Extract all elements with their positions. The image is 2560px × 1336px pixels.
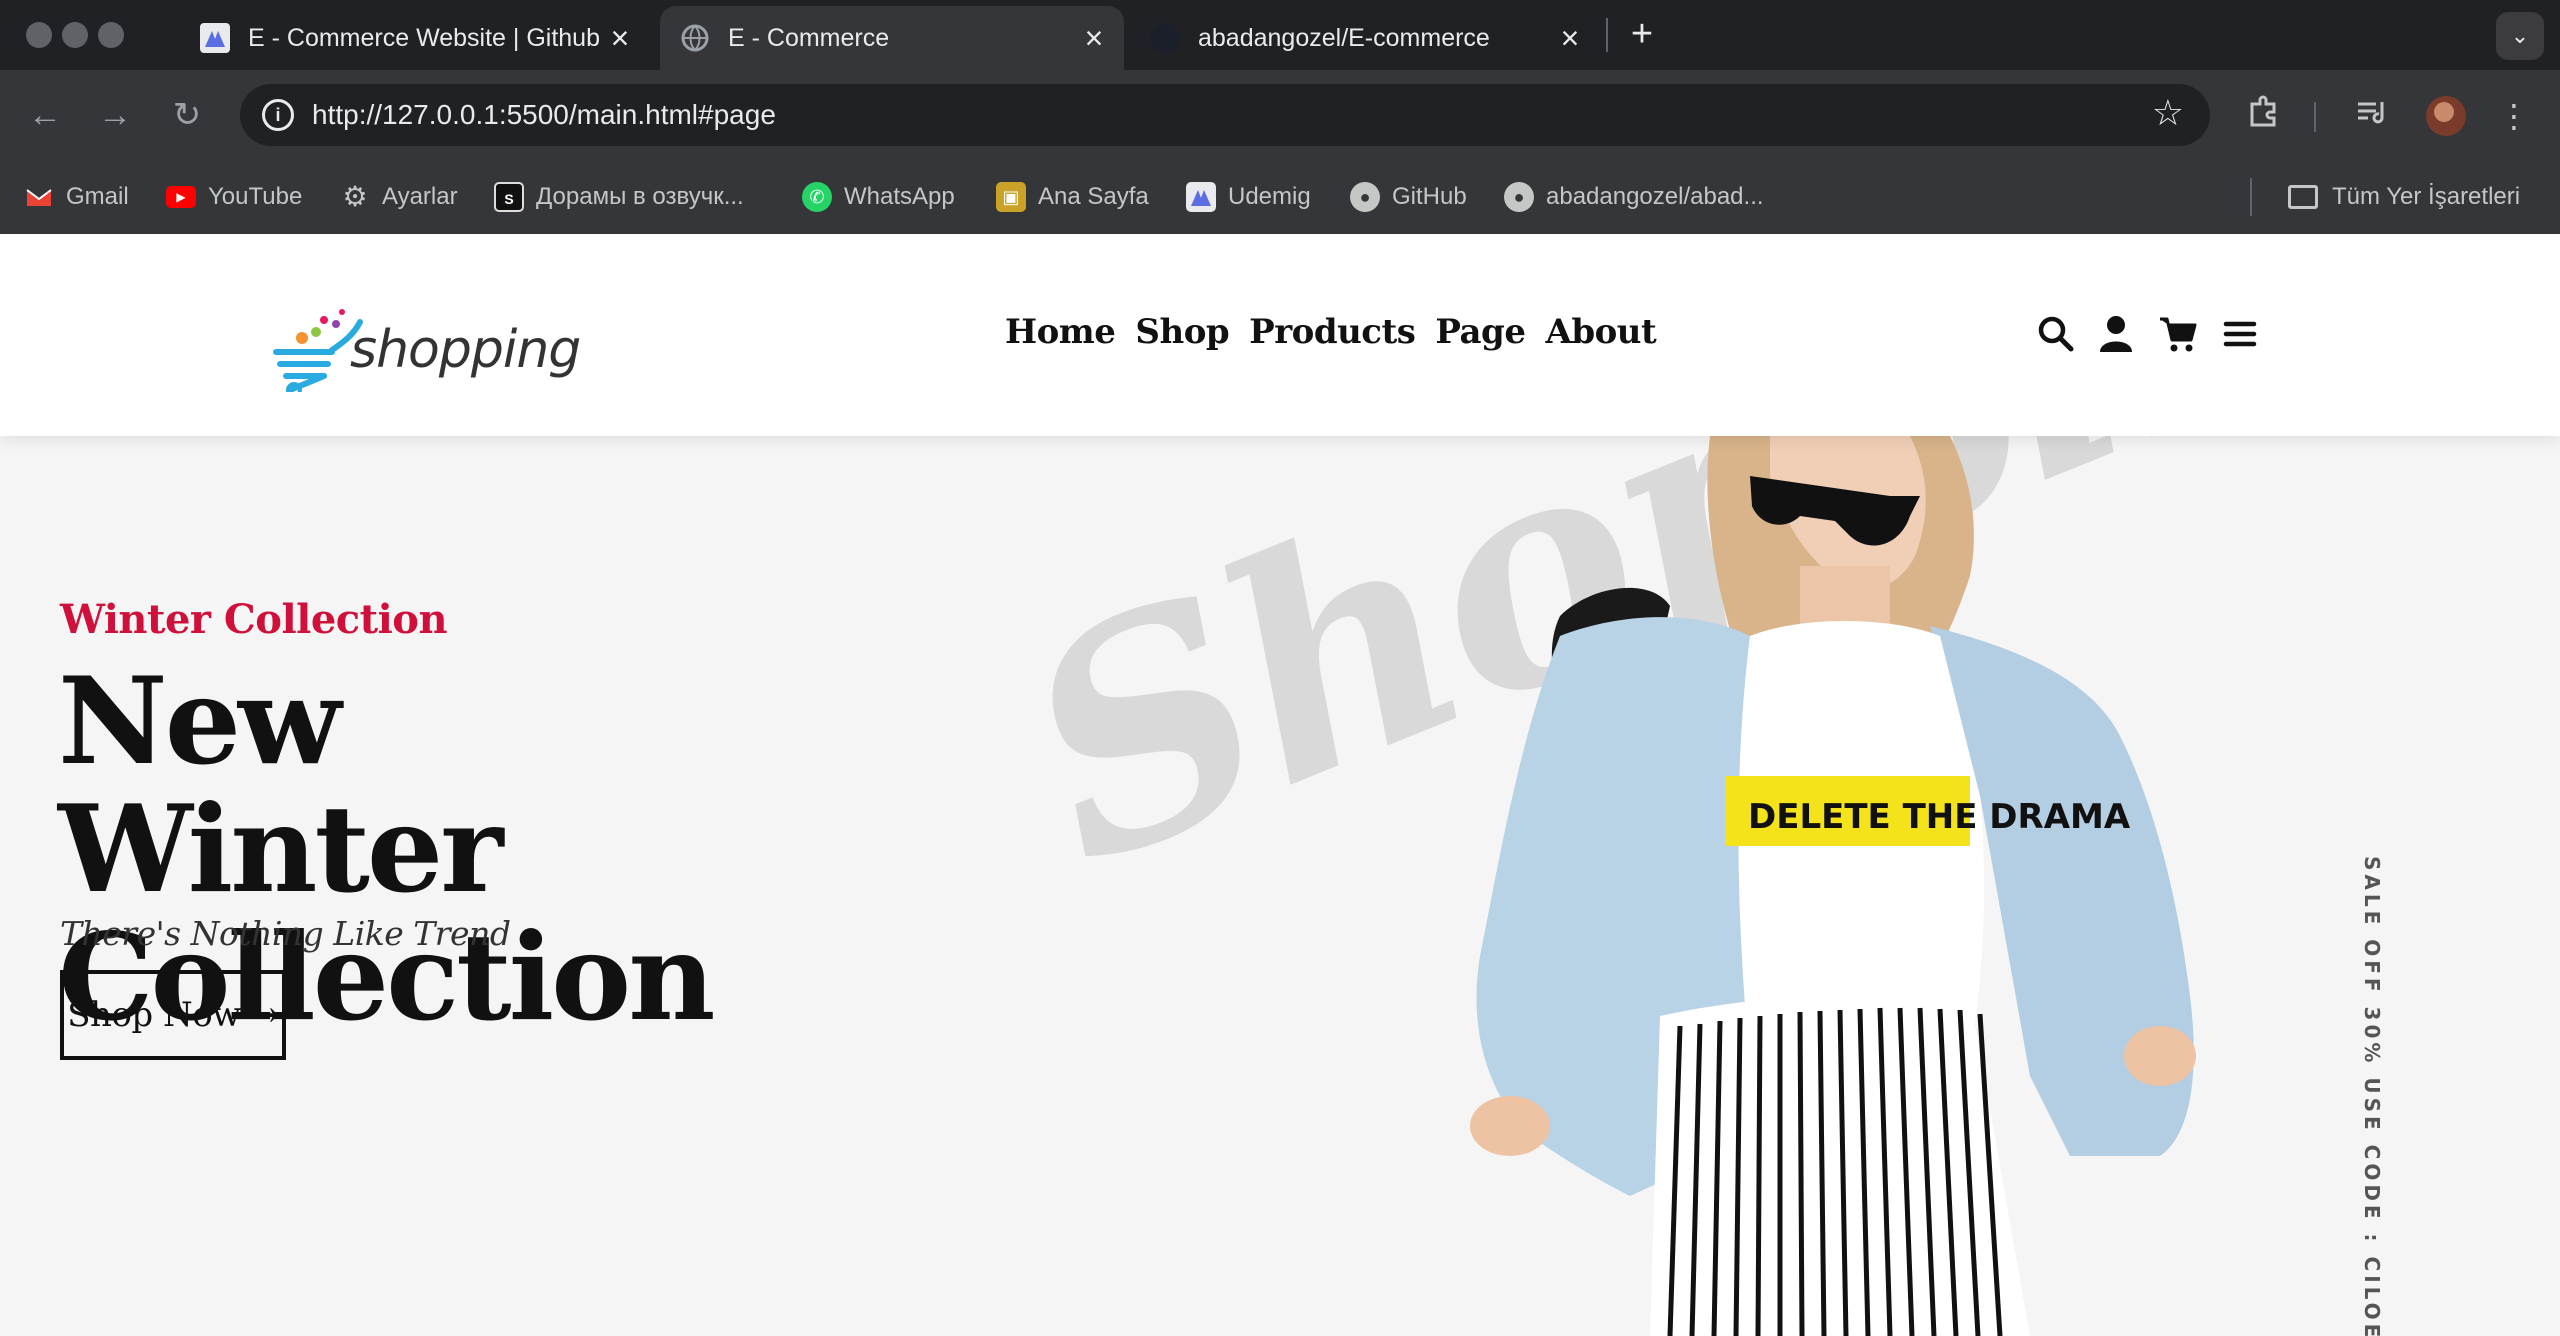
youtube-icon: ▶ <box>166 186 196 208</box>
cart-icon[interactable] <box>2158 314 2198 354</box>
nav-shop[interactable]: Shop <box>1135 312 1229 352</box>
bookmark-doramy[interactable]: S Дорамы в озвучк... <box>494 160 744 234</box>
bookmark-ana-sayfa[interactable]: ▣ Ana Sayfa <box>996 160 1149 234</box>
toolbar-divider <box>2314 102 2316 132</box>
browser-tab[interactable]: abadangozel/E-commerce × <box>1130 6 1600 70</box>
bookmark-label: YouTube <box>208 183 303 210</box>
udemig-favicon <box>200 23 230 53</box>
bookmark-youtube[interactable]: ▶ YouTube <box>166 160 302 234</box>
folder-icon <box>2288 185 2318 209</box>
browser-tab[interactable]: E - Commerce Website | Github × <box>180 6 650 70</box>
browser-toolbar: ← → ↻ i http://127.0.0.1:5500/main.html#… <box>0 70 2560 160</box>
profile-avatar[interactable] <box>2426 96 2466 136</box>
bookmark-label: Ana Sayfa <box>1038 183 1149 210</box>
close-tab-icon[interactable]: × <box>1074 20 1114 57</box>
close-tab-icon[interactable]: × <box>600 20 640 57</box>
search-icon[interactable] <box>2036 314 2076 354</box>
forward-icon[interactable]: → <box>92 92 138 138</box>
shop-now-label: Shop Now <box>67 995 241 1035</box>
tab-divider <box>1606 18 1608 52</box>
web-page: shopping Home Shop Products Page About S… <box>0 234 2560 1336</box>
vertical-promo-text: SALE OFF 30% USE CODE : CILOEOFF <box>2360 856 2384 1336</box>
github-icon: ● <box>1350 182 1380 212</box>
bookmarks-bar: Gmail ▶ YouTube ⚙ Ayarlar S Дорамы в озв… <box>0 160 2560 234</box>
all-bookmarks-folder[interactable]: Tüm Yer İşaretleri <box>2288 160 2520 234</box>
bookmark-label: Tüm Yer İşaretleri <box>2332 183 2521 210</box>
bookmark-label: GitHub <box>1392 183 1467 210</box>
extensions-icon[interactable] <box>2242 94 2286 138</box>
nav-products[interactable]: Products <box>1249 312 1416 352</box>
url-text[interactable]: http://127.0.0.1:5500/main.html#page <box>312 84 776 146</box>
github-icon: ● <box>1504 182 1534 212</box>
site-header: shopping Home Shop Products Page About <box>0 234 2560 436</box>
shirt-text: DELETE THE DRAMA <box>1748 797 2131 837</box>
bookmark-gmail[interactable]: Gmail <box>24 160 129 234</box>
new-tab-button[interactable]: + <box>1620 12 1664 56</box>
browser-tab-strip: E - Commerce Website | Github × E - Comm… <box>0 0 2560 70</box>
window-close-dot[interactable] <box>26 22 52 48</box>
bookmarks-divider <box>2250 178 2252 216</box>
tab-search-button[interactable]: ⌄ <box>2496 12 2544 60</box>
shop-now-button[interactable]: Shop Now → <box>60 970 286 1060</box>
udemig-icon <box>1186 182 1216 212</box>
site-info-icon[interactable]: i <box>262 99 294 131</box>
back-icon[interactable]: ← <box>22 92 68 138</box>
whatsapp-icon: ✆ <box>802 182 832 212</box>
reload-icon[interactable]: ↻ <box>164 92 210 138</box>
close-tab-icon[interactable]: × <box>1550 20 1590 57</box>
window-zoom-dot[interactable] <box>98 22 124 48</box>
bookmark-github-repo[interactable]: ● abadangozel/abad... <box>1504 160 1764 234</box>
striped-skirt <box>1650 992 2030 1336</box>
tab-title: abadangozel/E-commerce <box>1198 23 1490 52</box>
site-logo[interactable]: shopping <box>270 272 581 392</box>
hero-tagline: There's Nothing Like Trend <box>60 914 511 953</box>
bookmark-label: Gmail <box>66 183 129 210</box>
bookmark-settings[interactable]: ⚙ Ayarlar <box>340 160 458 234</box>
gmail-icon <box>24 182 54 212</box>
nav-page[interactable]: Page <box>1435 312 1526 352</box>
doramy-icon: S <box>494 182 524 212</box>
globe-icon <box>680 23 710 53</box>
gear-icon: ⚙ <box>342 181 368 212</box>
hero-banner: Shopping Winter Collection New Winter Co… <box>0 234 2560 1336</box>
nav-about[interactable]: About <box>1545 312 1656 352</box>
bookmark-github[interactable]: ● GitHub <box>1350 160 1467 234</box>
github-favicon <box>1150 23 1180 53</box>
arrow-right-icon: → <box>250 995 280 1035</box>
bookmark-star-icon[interactable]: ☆ <box>2152 92 2184 134</box>
ana-sayfa-icon: ▣ <box>996 182 1026 212</box>
main-nav: Home Shop Products Page About <box>1005 312 1657 352</box>
bookmark-label: abadangozel/abad... <box>1546 183 1764 210</box>
menu-icon[interactable] <box>2220 314 2260 354</box>
more-menu-icon[interactable]: ⋮ <box>2492 94 2536 138</box>
tab-title: E - Commerce Website | Github <box>248 23 600 52</box>
tab-title: E - Commerce <box>728 23 890 52</box>
hero-model-image: DELETE THE DRAMA <box>1470 436 2196 1336</box>
browser-tab-active[interactable]: E - Commerce × <box>660 6 1124 70</box>
bookmark-label: Udemig <box>1228 183 1311 210</box>
bookmark-whatsapp[interactable]: ✆ WhatsApp <box>802 160 955 234</box>
hero-eyebrow: Winter Collection <box>60 596 448 643</box>
user-icon[interactable] <box>2096 314 2136 354</box>
nav-home[interactable]: Home <box>1005 312 1116 352</box>
bookmark-label: Ayarlar <box>382 183 458 210</box>
media-icon[interactable] <box>2350 94 2394 138</box>
bookmark-udemig[interactable]: Udemig <box>1186 160 1311 234</box>
bookmark-label: WhatsApp <box>844 183 955 210</box>
address-bar[interactable]: i http://127.0.0.1:5500/main.html#page ☆ <box>240 84 2210 146</box>
window-minimize-dot[interactable] <box>62 22 88 48</box>
bookmark-label: Дорамы в озвучк... <box>536 183 744 210</box>
logo-text: shopping <box>350 320 581 380</box>
